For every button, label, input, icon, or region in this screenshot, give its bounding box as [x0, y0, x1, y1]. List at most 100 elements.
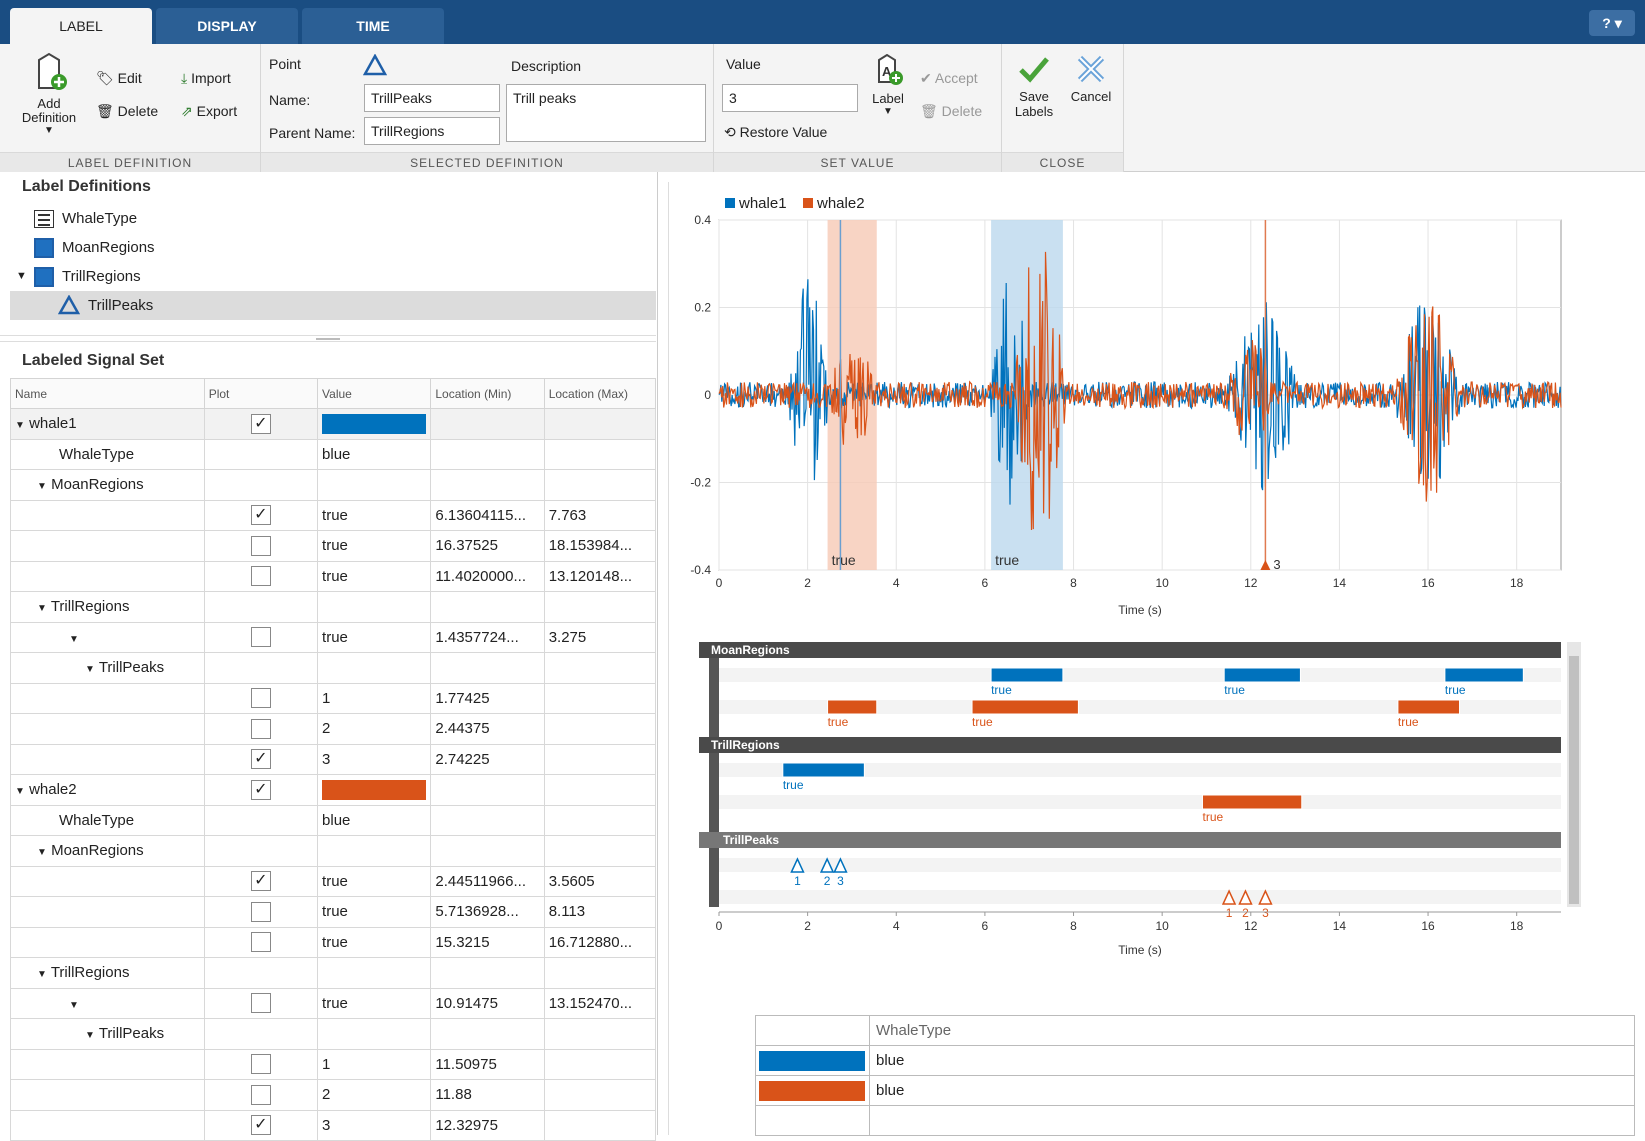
name-cell [10, 682, 205, 714]
group-header-bar [699, 642, 1561, 658]
caret-down-icon[interactable]: ▼ [69, 1000, 79, 1011]
caret-down-icon[interactable]: ▼ [69, 634, 79, 645]
table-row[interactable]: ▼ TrillPeaks [10, 652, 657, 684]
description-field[interactable]: Trill peaks [506, 84, 706, 142]
name-field[interactable]: TrillPeaks [364, 84, 500, 112]
plot-checkbox[interactable] [250, 993, 271, 1014]
caret-down-icon[interactable]: ▼ [37, 969, 47, 980]
column-header-location-max[interactable]: Location (Max) [543, 378, 657, 409]
plot-checkbox[interactable]: ✓ [250, 1115, 271, 1136]
plot-checkbox[interactable] [250, 566, 271, 587]
plot-checkbox[interactable]: ✓ [250, 749, 271, 770]
caret-down-icon[interactable]: ▼ [37, 603, 47, 614]
caret-down-icon[interactable]: ▼ [85, 664, 95, 675]
table-row[interactable]: ✓ 3 2.74225 [10, 743, 657, 775]
table-row[interactable]: ▼ true 1.4357724... 3.275 [10, 621, 657, 653]
color-swatch[interactable] [322, 779, 427, 800]
caret-down-icon[interactable]: ▼ [15, 786, 25, 797]
tab-time[interactable]: TIME [302, 8, 444, 44]
caret-down-icon[interactable]: ▼ [16, 262, 27, 291]
color-swatch[interactable] [322, 413, 427, 434]
plot-checkbox[interactable] [250, 932, 271, 953]
column-header-location-min[interactable]: Location (Min) [430, 378, 545, 409]
plot-checkbox[interactable] [250, 535, 271, 556]
plot-cell: ✓ [203, 1109, 319, 1141]
plot-checkbox[interactable] [250, 1084, 271, 1105]
location-min-cell: 11.50975 [430, 1048, 545, 1080]
tab-display[interactable]: DISPLAY [156, 8, 298, 44]
table-row[interactable]: ▼ true 10.91475 13.152470... [10, 987, 657, 1019]
delete-value-button[interactable]: 🗑 Delete [920, 103, 982, 120]
label-button[interactable]: A Label ▼ [866, 53, 910, 117]
plot-checkbox[interactable]: ✓ [250, 871, 271, 892]
plot-checkbox[interactable] [250, 718, 271, 739]
table-row[interactable]: WhaleType blue [10, 804, 657, 836]
value-cell: true [317, 865, 432, 897]
plot-checkbox[interactable] [250, 688, 271, 709]
value-cell [317, 408, 432, 440]
label-viewer-plot[interactable]: MoanRegions TrillRegions TrillPeaks true tru… [669, 642, 1644, 982]
table-row[interactable]: WhaleType blue [10, 438, 657, 470]
table-row[interactable]: ▼ whale1 ✓ [10, 408, 657, 440]
save-labels-text: Save Labels [1014, 89, 1054, 119]
row-name: TrillRegions [50, 964, 130, 982]
plot-checkbox[interactable] [250, 901, 271, 922]
restore-value-button[interactable]: ⟲ Restore Value [724, 124, 827, 141]
edit-button[interactable]: 🏷 Edit [96, 70, 142, 87]
plot-checkbox[interactable] [250, 1054, 271, 1075]
table-row[interactable]: ▼ TrillPeaks [10, 1018, 657, 1050]
table-row[interactable]: ▼ MoanRegions [10, 835, 657, 867]
table-row[interactable]: true 16.37525 18.153984... [10, 530, 657, 562]
parent-name-field[interactable]: TrillRegions [364, 117, 500, 145]
edit-label: Edit [117, 70, 142, 86]
table-row[interactable]: 2 2.44375 [10, 713, 657, 745]
table-row[interactable]: ▼ TrillRegions [10, 591, 657, 623]
caret-down-icon[interactable]: ▼ [85, 1030, 95, 1041]
accept-button[interactable]: ✔ Accept [920, 70, 978, 87]
value-field[interactable]: 3 [722, 84, 858, 112]
help-button[interactable]: ? ▾ [1589, 10, 1635, 36]
definition-item-trillregions[interactable]: ▼ TrillRegions [0, 262, 656, 291]
column-header-plot[interactable]: Plot [203, 378, 319, 409]
caret-down-icon[interactable]: ▼ [15, 420, 25, 431]
table-row[interactable]: ▼ TrillRegions [10, 957, 657, 989]
table-row[interactable]: true 11.4020000... 13.120148... [10, 560, 657, 592]
cancel-button[interactable]: Cancel [1066, 52, 1116, 104]
save-labels-button[interactable]: Save Labels [1010, 52, 1058, 119]
table-row[interactable]: ✓ true 6.13604115... 7.763 [10, 499, 657, 531]
table-row[interactable]: 1 11.50975 [10, 1048, 657, 1080]
table-row[interactable]: 1 1.77425 [10, 682, 657, 714]
label-definitions-title: Label Definitions [22, 178, 151, 195]
table-row[interactable]: ▼ MoanRegions [10, 469, 657, 501]
add-definition-button[interactable]: Add Definition ▼ [18, 52, 80, 136]
import-button[interactable]: ⤓ Import [181, 70, 231, 87]
plot-checkbox[interactable]: ✓ [250, 505, 271, 526]
table-row[interactable]: ✓ 3 12.32975 [10, 1109, 657, 1141]
table-row[interactable]: true 15.3215 16.712880... [10, 926, 657, 958]
cancel-text: Cancel [1070, 89, 1112, 104]
row-name: TrillPeaks [98, 659, 165, 677]
delete-definition-button[interactable]: 🗑 Delete [96, 103, 158, 120]
whaletype-value: blue [869, 1075, 1635, 1106]
signal-plot[interactable]: 0 2 4 6 8 10 12 14 16 18 -0.4 -0.2 0 0.2 0.4 true true 3 T… [669, 182, 1644, 632]
definition-item-whaletype[interactable]: WhaleType [0, 204, 656, 233]
caret-down-icon[interactable]: ▼ [37, 481, 47, 492]
definition-item-moanregions[interactable]: MoanRegions [0, 233, 656, 262]
column-header-value[interactable]: Value [317, 378, 432, 409]
pane-splitter[interactable] [0, 335, 656, 342]
table-row[interactable]: ✓ true 2.44511966... 3.5605 [10, 865, 657, 897]
table-row[interactable]: true 5.7136928... 8.113 [10, 896, 657, 928]
location-max-cell [543, 469, 657, 501]
definition-item-trillpeaks[interactable]: TrillPeaks [10, 291, 656, 320]
column-header-name[interactable]: Name [10, 378, 205, 409]
plot-checkbox[interactable]: ✓ [250, 413, 271, 434]
plot-checkbox[interactable]: ✓ [250, 779, 271, 800]
table-row[interactable]: 2 11.88 [10, 1079, 657, 1111]
region-label: true [995, 552, 1019, 568]
tab-label[interactable]: LABEL [10, 8, 152, 44]
table-row[interactable]: ▼ whale2 ✓ [10, 774, 657, 806]
list-attribute-icon [34, 210, 54, 228]
plot-checkbox[interactable] [250, 627, 271, 648]
export-button[interactable]: ⇗ Export [181, 103, 237, 120]
caret-down-icon[interactable]: ▼ [37, 847, 47, 858]
